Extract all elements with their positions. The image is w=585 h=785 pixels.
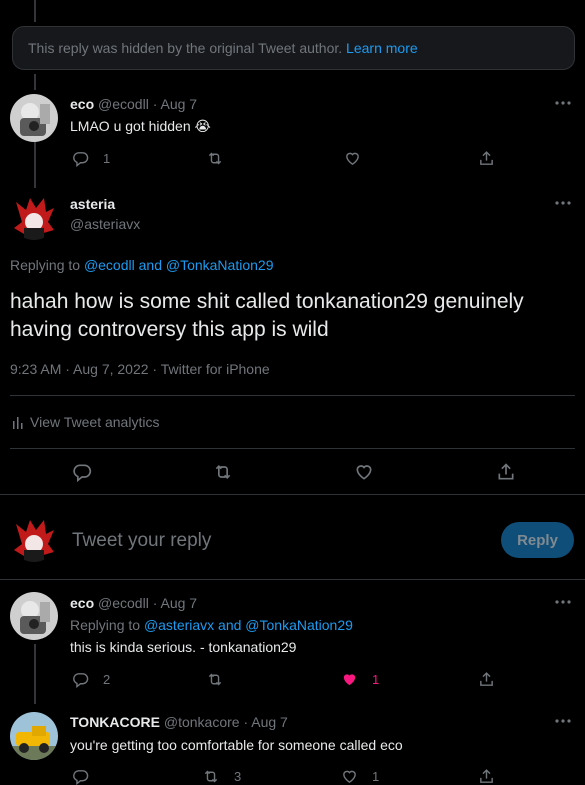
share-button[interactable] [478,671,495,688]
reply-icon [73,770,89,785]
reply-count: 2 [103,672,111,687]
display-name[interactable]: asteria [70,196,115,212]
reply-icon [73,673,89,688]
learn-more-link[interactable]: Learn more [346,40,418,56]
retweet-button[interactable] [206,671,224,688]
retweet-button[interactable]: 3 [202,768,241,785]
retweet-count: 3 [234,769,242,784]
more-icon[interactable] [553,599,573,609]
thread-line-mid [34,74,36,90]
display-name[interactable]: TONKACORE [70,714,160,730]
avatar[interactable] [10,514,58,562]
more-icon[interactable] [553,200,573,210]
heart-filled-icon [343,674,356,686]
more-icon[interactable] [553,718,573,728]
handle[interactable]: @tonkacore [164,714,240,730]
share-button[interactable] [478,768,495,785]
tweet-meta[interactable]: 9:23 AM · Aug 7, 2022 · Twitter for iPho… [10,361,270,377]
handle[interactable]: @ecodll [98,595,149,611]
hidden-notice-text: This reply was hidden by the original Tw… [28,40,343,56]
replying-prefix: Replying to [70,617,141,633]
heart-icon [356,465,372,480]
divider [10,448,575,449]
separator: · [243,714,249,730]
avatar[interactable] [10,592,58,640]
tweet-header: eco @ecodll · Aug 7 [70,595,197,611]
tweet-text: this is kinda serious. - tonkanation29 [70,639,297,655]
retweet-icon [208,152,222,165]
avatar[interactable] [10,94,58,142]
share-icon [498,463,514,480]
avatar[interactable] [10,712,58,760]
timestamp[interactable]: Aug 7 [251,714,288,730]
divider [0,494,585,495]
reply-input[interactable]: Tweet your reply [72,530,211,552]
avatar[interactable] [10,192,58,240]
more-icon[interactable] [553,100,573,110]
retweet-icon [215,464,231,480]
like-button[interactable]: 1 [341,768,379,785]
tweet-header: TONKACORE @tonkacore · Aug 7 [70,714,288,730]
reply-count: 1 [103,151,111,166]
retweet-button[interactable] [212,462,234,482]
thread-line-top [34,0,36,22]
share-icon [480,151,493,165]
heart-icon [346,152,359,166]
divider [10,395,575,396]
reply-icon [73,152,89,167]
reply-button[interactable] [72,462,92,482]
retweet-button[interactable] [206,150,224,167]
replying-users-link[interactable]: @ecodll and @TonkaNation29 [84,257,274,273]
replying-users-link[interactable]: @asteriavx and @TonkaNation29 [144,617,353,633]
handle[interactable]: @ecodll [98,96,149,112]
display-name[interactable]: eco [70,96,94,112]
tweet-text: you're getting too comfortable for someo… [70,737,403,753]
analytics-label: View Tweet analytics [30,414,160,430]
like-count: 1 [372,672,380,687]
reply-submit-button[interactable]: Reply [501,522,574,558]
share-icon [480,672,493,686]
main-tweet-text: hahah how is some shit called tonkanatio… [10,290,524,341]
like-button[interactable] [344,150,361,167]
timestamp[interactable]: Aug 7 [161,96,198,112]
like-button[interactable] [354,462,374,482]
retweet-icon [208,673,222,686]
like-button[interactable]: 1 [341,671,379,688]
heart-icon [343,770,356,784]
analytics-icon [13,417,23,429]
separator: · [152,595,158,611]
timestamp[interactable]: Aug 7 [161,595,198,611]
reply-button[interactable]: 1 [72,150,110,167]
reply-button[interactable]: 2 [72,671,110,688]
replying-to: Replying to @ecodll and @TonkaNation29 [10,257,273,273]
hidden-reply-notice: This reply was hidden by the original Tw… [12,26,575,70]
replying-prefix: Replying to [10,257,81,273]
tweet-header: eco @ecodll · Aug 7 [70,96,197,112]
share-button[interactable] [496,462,516,482]
handle[interactable]: @asteriavx [70,216,140,232]
like-count: 1 [372,769,380,784]
view-analytics[interactable]: View Tweet analytics [12,414,159,430]
share-icon [480,769,493,783]
thread-line-eco2 [34,644,36,704]
tweet-text: LMAO u got hidden 😭 [70,118,211,134]
thread-line-eco [34,140,36,188]
display-name[interactable]: eco [70,595,94,611]
divider [0,579,585,580]
reply-button[interactable] [72,768,89,785]
replying-to: Replying to @asteriavx and @TonkaNation2… [70,617,353,633]
separator: · [152,96,158,112]
reply-icon [73,464,92,482]
retweet-icon [204,770,218,783]
share-button[interactable] [478,150,495,167]
